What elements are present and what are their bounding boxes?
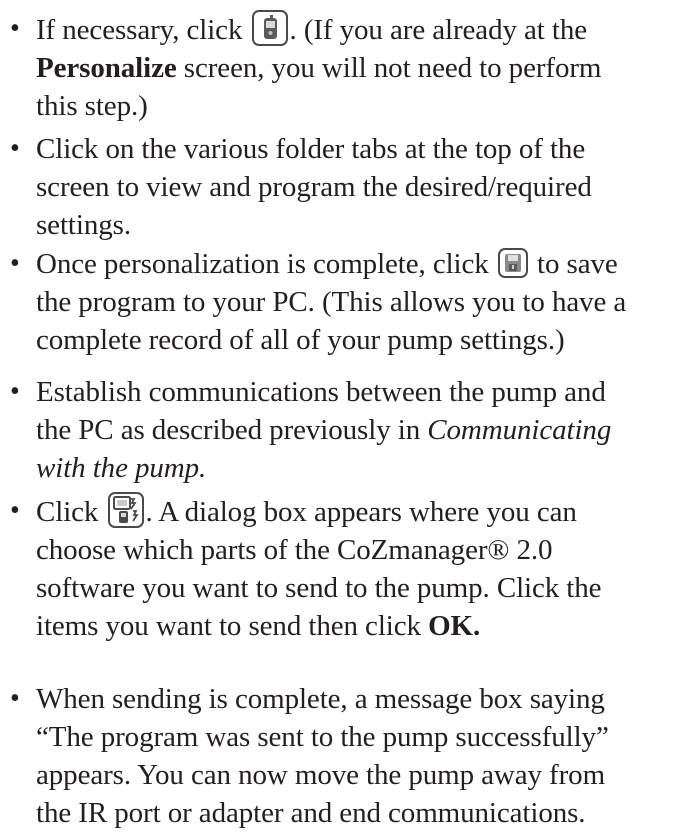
bullet: • [10,376,20,407]
step-5-line4-plain: items you want to send then click [36,610,421,642]
send-to-pump-icon[interactable] [107,492,144,528]
step-3-after-icon: to save [537,248,618,280]
step-1-line3: this step.) [36,90,148,122]
step-6-line4: the IR port or adapter and end communica… [36,797,586,829]
ok-label: OK. [428,610,481,642]
step-6-text: When sending is complete, a message box … [36,680,686,832]
step-4-line2-italic: Communicating [427,414,612,446]
step-5-line2: choose which parts of the CoZmanager® 2.… [36,534,553,566]
step-3-line3: complete record of all of your pump sett… [36,324,565,356]
step-2-text: Click on the various folder tabs at the … [36,130,686,244]
step-5-text: Click . A dialog box appears where you c… [36,492,686,645]
step-5-before-icon: Click [36,496,99,528]
bullet: • [10,495,20,526]
step-4-line1: Establish communications between the pum… [36,376,606,408]
step-2-line3: settings. [36,209,131,241]
save-disk-icon[interactable] [497,248,528,278]
bullet: • [10,248,20,279]
bullet: • [10,683,20,714]
instruction-page: • If necessary, click . (If you are alre… [0,0,695,839]
step-4-line3-italic: with the pump. [36,452,207,484]
step-4-text: Establish communications between the pum… [36,373,686,487]
bullet: • [10,133,20,164]
step-3-text: Once personalization is complete, click … [36,245,686,359]
step-5-line3: software you want to send to the pump. C… [36,572,602,604]
step-4-line2-plain: the PC as described previously in [36,414,421,446]
step-1-line2: screen, you will not need to perform [183,52,602,84]
pump-device-icon[interactable] [251,10,288,46]
step-2-line2: screen to view and program the desired/r… [36,171,592,203]
step-2-line1: Click on the various folder tabs at the … [36,133,586,165]
step-6-line2: “The program was sent to the pump succes… [36,721,609,753]
step-1-before-icon: If necessary, click [36,14,243,46]
step-3-line2: the program to your PC. (This allows you… [36,286,627,318]
step-6-line3: appears. You can now move the pump away … [36,759,606,791]
step-1-after-icon: . (If you are already at the [289,14,588,46]
step-5-after-icon: . A dialog box appears where you can [145,496,577,528]
step-1-text: If necessary, click . (If you are alread… [36,10,686,125]
step-1-bold: Personalize [36,52,177,84]
step-3-before-icon: Once personalization is complete, click [36,248,489,280]
bullet: • [10,13,20,44]
step-6-line1: When sending is complete, a message box … [36,683,605,715]
